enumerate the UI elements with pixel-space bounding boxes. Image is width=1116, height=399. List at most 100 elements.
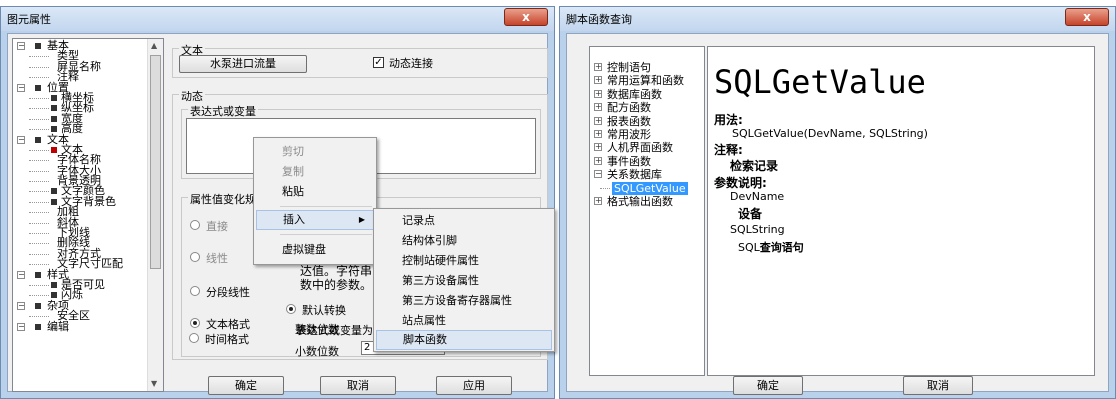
direct-label: 直接: [206, 220, 228, 233]
tree-expander-icon[interactable]: −: [17, 135, 25, 144]
param1-name: DevName: [730, 190, 785, 203]
tree-expander-icon[interactable]: +: [594, 196, 602, 205]
function-tree-item[interactable]: + 人机界面函数: [594, 141, 704, 154]
submenu-item-site-property[interactable]: 站点属性: [376, 311, 552, 331]
tree-item[interactable]: 文字背景色: [13, 196, 147, 207]
dynamic-node-icon: [51, 94, 57, 101]
tree-expander-icon[interactable]: +: [594, 63, 602, 71]
tree-expander-icon[interactable]: −: [17, 83, 25, 92]
tree-expander-icon[interactable]: +: [594, 103, 602, 112]
cancel-button[interactable]: 取消: [320, 376, 396, 395]
menu-item-copy[interactable]: 复制: [256, 162, 374, 182]
tree-expander-icon[interactable]: −: [594, 170, 602, 179]
insert-submenu: 记录点 结构体引脚 控制站硬件属性 第三方设备属性 第三方设备寄存器属性 站点属…: [373, 208, 555, 352]
ok-button[interactable]: 确定: [208, 376, 284, 395]
function-tree-item[interactable]: SQLGetValue: [594, 181, 704, 195]
ok-button[interactable]: 确定: [733, 376, 803, 395]
close-button[interactable]: x: [1065, 8, 1109, 26]
function-tree-item[interactable]: − 关系数据库: [594, 168, 704, 181]
tree-expander-icon[interactable]: −: [17, 322, 25, 331]
tree-expander-icon[interactable]: −: [17, 301, 25, 310]
time-format-radio[interactable]: [189, 333, 199, 343]
tree-item[interactable]: 高度: [13, 123, 147, 134]
scroll-up-icon[interactable]: ▲: [151, 41, 157, 51]
tree-connector: [29, 129, 49, 131]
tree-expander-icon[interactable]: +: [594, 129, 602, 138]
tree-item-label: 关系数据库: [607, 168, 662, 182]
tree-expander-icon[interactable]: +: [594, 89, 602, 98]
tree-connector: [29, 181, 49, 183]
note-heading: 注释:: [714, 143, 743, 157]
tree-expander-icon[interactable]: +: [594, 116, 602, 125]
group-node-icon: [35, 84, 41, 91]
group-node-icon: [35, 271, 41, 278]
context-menu: 剪切 复制 粘贴 插入 ▶ 虚拟键盘: [253, 137, 377, 265]
function-tree-item[interactable]: + 报表函数: [594, 115, 704, 128]
function-tree-item[interactable]: + 常用波形: [594, 128, 704, 141]
tree-item[interactable]: 安全区: [13, 310, 147, 321]
menu-item-paste[interactable]: 粘贴: [256, 182, 374, 202]
default-convert-label: 默认转换: [302, 304, 346, 317]
tree-expander-icon[interactable]: +: [594, 156, 602, 165]
apply-button[interactable]: 应用: [436, 376, 512, 395]
tree-connector: [29, 284, 49, 286]
function-tree-item[interactable]: + 事件函数: [594, 155, 704, 168]
submenu-arrow-icon: ▶: [358, 215, 365, 224]
submenu-item-third-party-register[interactable]: 第三方设备寄存器属性: [376, 291, 552, 311]
tree-expander-icon[interactable]: +: [594, 143, 602, 152]
cancel-button[interactable]: 取消: [903, 376, 973, 395]
menu-item-insert[interactable]: 插入 ▶: [256, 210, 374, 230]
default-convert-radio[interactable]: [286, 304, 296, 314]
function-tree-item[interactable]: + 控制语句: [594, 61, 704, 74]
tree-item[interactable]: 屏显名称: [13, 61, 147, 72]
tree-connector: [29, 66, 49, 68]
tree-item-label: 数据库函数: [607, 87, 662, 101]
function-tree-item[interactable]: + 常用运算和函数: [594, 74, 704, 87]
tree-scrollbar[interactable]: ▲ ▼: [147, 39, 163, 391]
tree-item-label: 报表函数: [607, 114, 651, 128]
dynamic-node-icon: [51, 292, 57, 299]
tree-connector: [29, 77, 49, 79]
tree-item-label: 常用波形: [607, 127, 651, 141]
tree-expander-icon[interactable]: +: [594, 76, 602, 85]
submenu-item-struct-pin[interactable]: 结构体引脚: [376, 231, 552, 251]
param2-desc: 查询语句: [759, 241, 804, 254]
usage-heading: 用法:: [714, 113, 743, 127]
tree-item[interactable]: − 基本: [13, 40, 147, 51]
tree-item-label: 事件函数: [607, 154, 651, 168]
tree-item[interactable]: 闪烁: [13, 289, 147, 301]
submenu-item-script-function[interactable]: 脚本函数: [376, 330, 552, 350]
tree-expander-icon[interactable]: −: [17, 42, 25, 50]
function-tree-item[interactable]: + 格式输出函数: [594, 195, 704, 208]
tree-item-label: 配方函数: [607, 101, 651, 115]
scroll-down-icon[interactable]: ▼: [151, 379, 157, 389]
property-tree[interactable]: − 基本 类型 屏显名称 注释 − 位置 横坐标 纵坐标 宽度 高度 − 文本 文本 字体名称 字体大小 背景透…: [12, 38, 164, 392]
text-value-button[interactable]: 水泵进口流量: [179, 55, 307, 73]
menu-item-virtual-keyboard[interactable]: 虚拟键盘: [256, 240, 374, 260]
param2-desc-line: SQL查询语句: [738, 239, 804, 255]
tree-item[interactable]: 加粗: [13, 206, 147, 217]
function-tree[interactable]: + 控制语句 + 常用运算和函数 + 数据库函数 + 配方函数 + 报表函数 + 常用波形 + 人机界面函…: [589, 46, 705, 376]
text-format-radio[interactable]: [190, 318, 200, 328]
direct-radio[interactable]: [190, 220, 200, 230]
dynamic-node-icon: [51, 105, 57, 112]
function-tree-item[interactable]: + 数据库函数: [594, 88, 704, 101]
tree-connector: [29, 243, 49, 245]
submenu-item-third-party-device[interactable]: 第三方设备属性: [376, 271, 552, 291]
tree-expander-icon[interactable]: −: [17, 270, 25, 279]
dynamic-link-checkbox[interactable]: ✓: [373, 57, 384, 68]
tree-item[interactable]: 注释: [13, 71, 147, 82]
decimal-digits-label: 小数位数: [295, 345, 339, 358]
submenu-item-record-point[interactable]: 记录点: [376, 211, 552, 231]
tree-item[interactable]: − 编辑: [13, 320, 147, 332]
submenu-item-station-hardware[interactable]: 控制站硬件属性: [376, 251, 552, 271]
scroll-thumb[interactable]: [150, 55, 161, 269]
titlebar[interactable]: 脚本函数查询 x: [560, 7, 1115, 31]
titlebar[interactable]: 图元属性 x: [1, 7, 554, 31]
linear-radio[interactable]: [190, 252, 200, 262]
menu-item-cut[interactable]: 剪切: [256, 142, 374, 162]
close-button[interactable]: x: [504, 8, 548, 26]
tree-item[interactable]: 文字尺寸匹配: [13, 258, 147, 269]
function-tree-item[interactable]: + 配方函数: [594, 101, 704, 114]
segmented-linear-radio[interactable]: [190, 286, 200, 296]
